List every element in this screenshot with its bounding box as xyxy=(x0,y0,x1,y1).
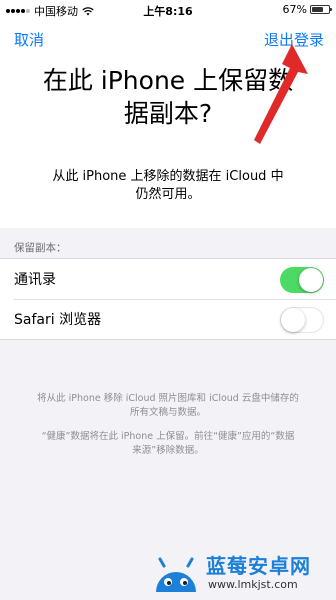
watermark-title: 蓝莓安卓网 xyxy=(206,554,311,578)
contacts-label: 通讯录 xyxy=(14,272,56,288)
battery-icon xyxy=(310,5,332,14)
keep-copy-list: 通讯录 Safari 浏览器 xyxy=(0,258,336,340)
list-item-safari: Safari 浏览器 xyxy=(0,299,336,339)
footer-note-2-line-2: 来源”移除数据。 xyxy=(132,445,204,456)
dialog-header-area: 取消 退出登录 在此 iPhone 上保留数 据副本? 从此 iPhone 上移… xyxy=(0,20,336,228)
description-line-2: 仍然可用。 xyxy=(135,187,201,202)
footer-note-icloud: 将从此 iPhone 移除 iCloud 照片图库和 iCloud 云盘中储存的… xyxy=(24,392,312,420)
cancel-button[interactable]: 取消 xyxy=(14,29,44,50)
footer-note-2-line-1: “健康”数据将在此 iPhone 上保留。前往“健康”应用的“数据 xyxy=(41,431,295,442)
footer-note-health: “健康”数据将在此 iPhone 上保留。前往“健康”应用的“数据 来源”移除数… xyxy=(24,430,312,458)
battery-area: 67% xyxy=(282,3,332,16)
footer-note-1-line-2: 所有文稿与数据。 xyxy=(129,407,206,418)
contacts-toggle[interactable] xyxy=(280,267,324,293)
android-logo-icon xyxy=(156,557,196,592)
watermark: 蓝莓安卓网 www.lmkjst.com xyxy=(150,544,336,600)
safari-toggle[interactable] xyxy=(280,307,324,333)
status-bar: 中国移动 上午8:16 67% xyxy=(0,0,336,20)
watermark-url: www.lmkjst.com xyxy=(208,578,298,591)
safari-label: Safari 浏览器 xyxy=(14,312,102,328)
description-line-1: 从此 iPhone 上移除的数据在 iCloud 中 xyxy=(52,169,284,184)
footer-note-1-line-1: 将从此 iPhone 移除 iCloud 照片图库和 iCloud 云盘中储存的 xyxy=(37,393,299,404)
battery-percent: 67% xyxy=(282,3,307,16)
description: 从此 iPhone 上移除的数据在 iCloud 中 仍然可用。 xyxy=(0,168,336,204)
section-header: 保留副本： xyxy=(14,242,67,254)
red-arrow-annotation xyxy=(254,44,308,144)
list-item-contacts: 通讯录 xyxy=(0,259,336,299)
